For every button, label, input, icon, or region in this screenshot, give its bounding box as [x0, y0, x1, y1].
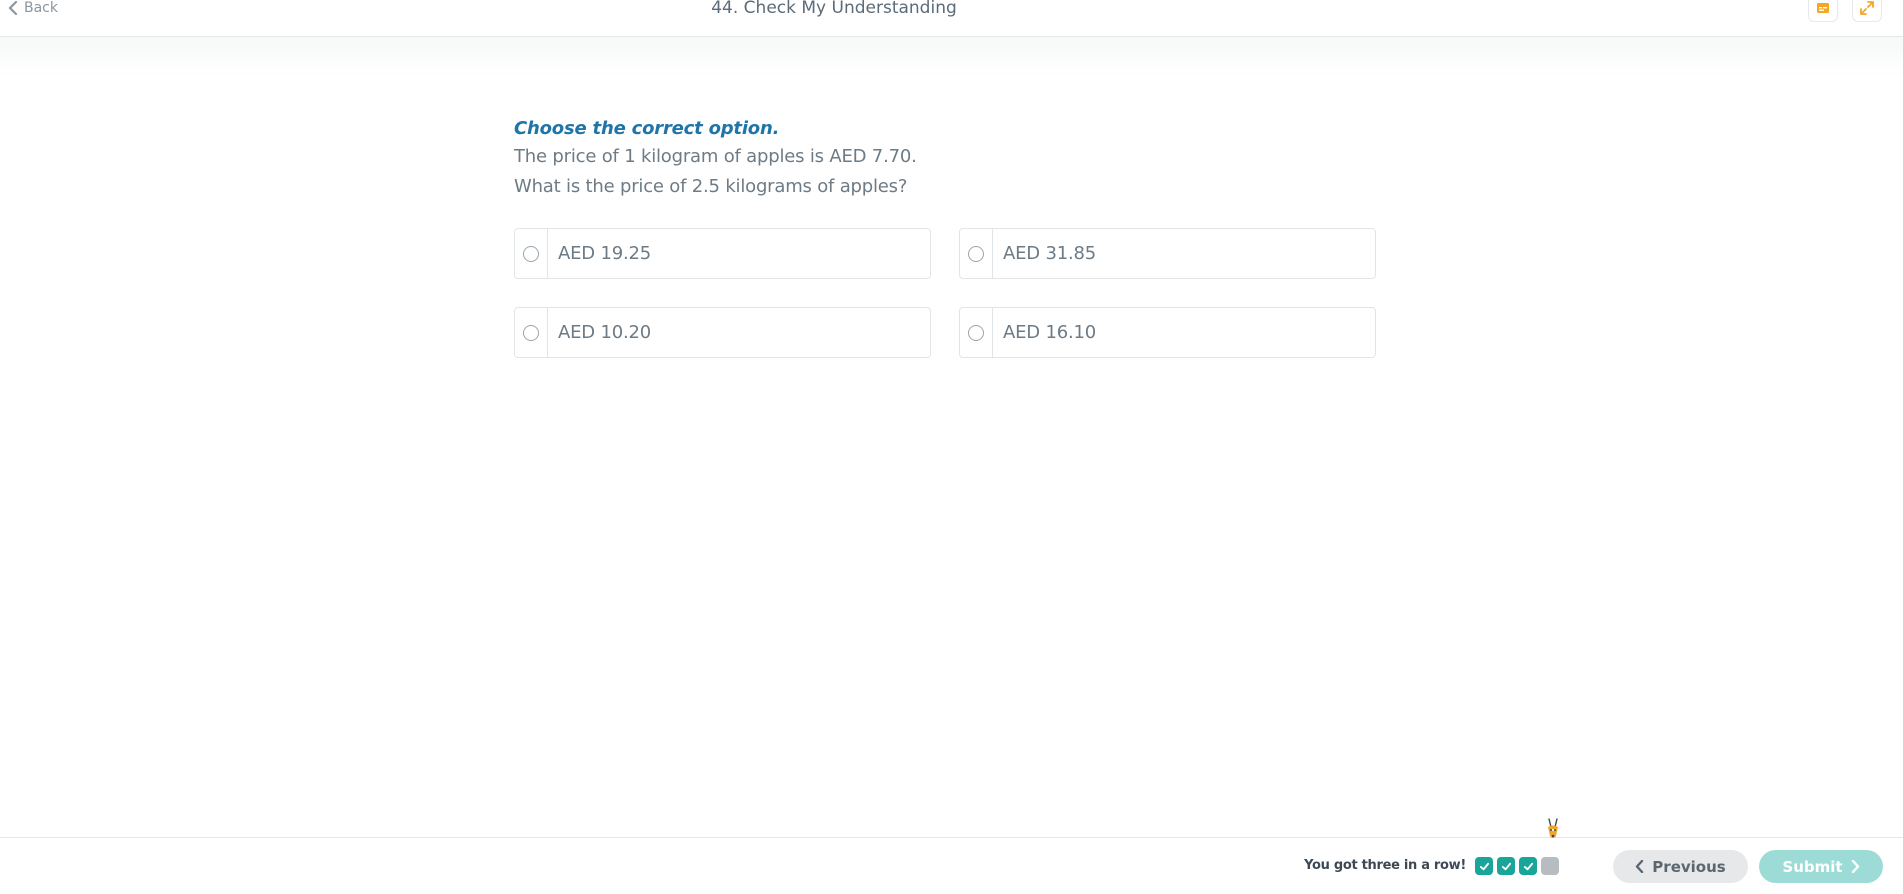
captions-icon [1817, 3, 1829, 13]
question-instruction: Choose the correct option. [514, 118, 780, 139]
previous-button[interactable]: Previous [1613, 850, 1748, 883]
option-3-radio[interactable] [523, 324, 539, 341]
submit-label: Submit [1782, 857, 1843, 876]
chevron-left-icon [1636, 860, 1644, 873]
option-4[interactable]: AED 16.10 [959, 307, 1376, 358]
option-2-radio[interactable] [968, 245, 984, 262]
option-2[interactable]: AED 31.85 [959, 228, 1376, 279]
top-bar: Back 44. Check My Understanding [0, 0, 1903, 37]
previous-label: Previous [1652, 857, 1726, 876]
question-line-1: The price of 1 kilogram of apples is AED… [514, 146, 917, 167]
expand-icon [1860, 1, 1874, 15]
question-block: Choose the correct option. The price of … [514, 116, 1374, 202]
option-2-radio-cell [960, 229, 993, 278]
check-icon [1523, 862, 1533, 870]
option-4-radio[interactable] [968, 324, 984, 341]
streak-box-2 [1497, 857, 1515, 875]
question-line-2: What is the price of 2.5 kilograms of ap… [514, 176, 908, 197]
option-3-label: AED 10.20 [558, 322, 651, 343]
option-3-radio-cell [515, 308, 548, 357]
streak-box-4 [1541, 857, 1559, 875]
chevron-right-icon [1851, 860, 1859, 873]
expand-button[interactable] [1852, 0, 1882, 22]
captions-button[interactable] [1808, 0, 1838, 22]
streak-indicator [1475, 857, 1559, 875]
option-4-radio-cell [960, 308, 993, 357]
streak-message: You got three in a row! [1304, 858, 1466, 873]
content-shade [0, 37, 1903, 77]
answer-options: AED 19.25 AED 31.85 AED 10.20 AED 16.10 [514, 228, 1376, 358]
option-4-label: AED 16.10 [1003, 322, 1096, 343]
check-icon [1501, 862, 1511, 870]
option-1-radio[interactable] [523, 245, 539, 262]
option-1-radio-cell [515, 229, 548, 278]
submit-button[interactable]: Submit [1759, 850, 1883, 883]
streak-box-1 [1475, 857, 1493, 875]
streak-box-3 [1519, 857, 1537, 875]
check-icon [1479, 862, 1489, 870]
option-1-label: AED 19.25 [558, 243, 651, 264]
option-2-label: AED 31.85 [1003, 243, 1096, 264]
option-1[interactable]: AED 19.25 [514, 228, 931, 279]
footer-bar: You got three in a row! Previous Submit [0, 818, 1903, 894]
option-3[interactable]: AED 10.20 [514, 307, 931, 358]
page-title: 44. Check My Understanding [711, 0, 957, 18]
gazelle-mascot-icon [1548, 818, 1558, 838]
